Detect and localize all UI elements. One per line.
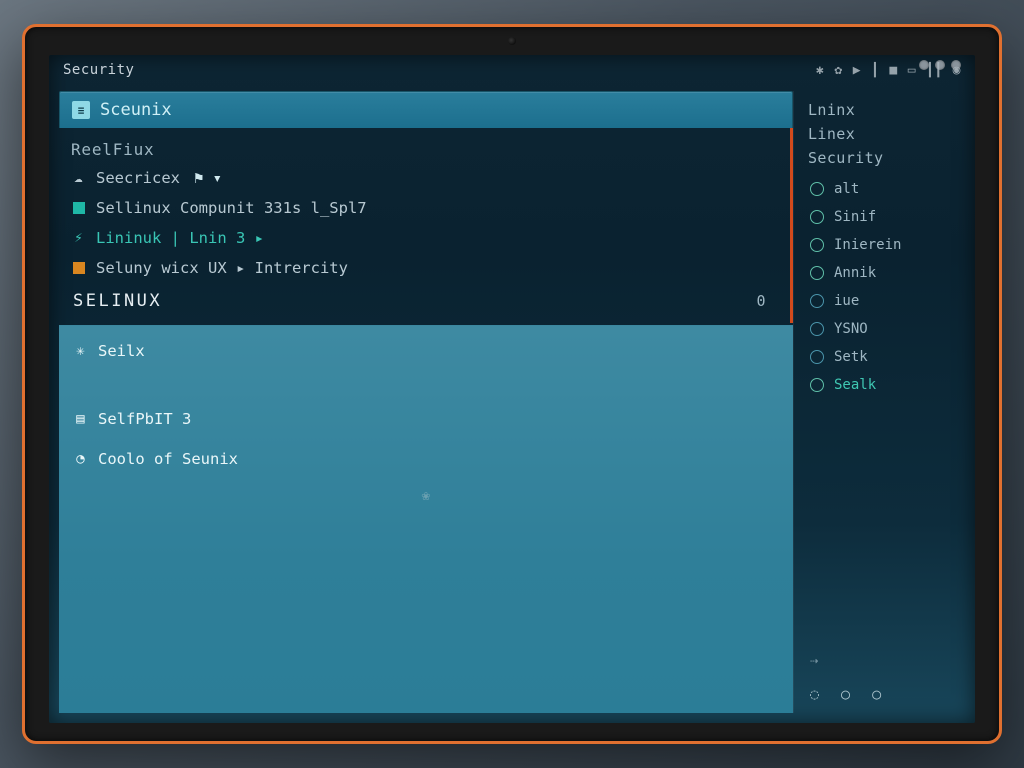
terminal-icon: ≡ <box>72 101 90 119</box>
sidebar-bottom-icons: ◌ ○ ○ <box>808 675 959 707</box>
radio-icon <box>810 378 824 392</box>
sidebar-item-label: Setk <box>834 349 868 365</box>
list-item-label: Seilx <box>98 342 145 360</box>
list-item[interactable]: ✳ Seilx <box>67 336 785 366</box>
radio-icon <box>810 182 824 196</box>
laptop-camera <box>508 37 516 45</box>
sidebar-item[interactable]: alt <box>808 175 959 203</box>
stop-icon[interactable]: ■ <box>889 63 897 78</box>
clock-icon: ◔ <box>73 451 88 467</box>
tab-label: Sceunix <box>100 100 172 120</box>
decorative-glyph: ❀ <box>67 484 785 504</box>
group-reelfiux: ReelFiux ☁ Seecricex ⚑ ▾ Sellinux Compun… <box>59 128 793 323</box>
list-item[interactable]: Sellinux Compunit 331s l_Spl7 <box>65 193 790 223</box>
cloud-icon: ☁ <box>71 170 86 186</box>
sidebar-item[interactable]: iue <box>808 287 959 315</box>
list-item-label: Seluny wicx UX ▸ Intrercity <box>96 259 348 277</box>
active-tab[interactable]: ≡ Sceunix <box>59 91 793 128</box>
sidebar-header: Linex <box>808 125 959 143</box>
snow-icon: ✳ <box>73 343 88 359</box>
radio-icon <box>810 210 824 224</box>
sidebar-item-label: Annik <box>834 265 876 281</box>
title-bar: Security ✱ ✿ ▶ ┃ ■ ▭ ┃┃ ◉ <box>49 55 975 85</box>
sidebar-item[interactable]: Inierein <box>808 231 959 259</box>
list-item[interactable]: ⚡ Lininuk | Lnin 3 ▸ <box>65 223 790 253</box>
list-item-label: Coolo of Seunix <box>98 450 238 468</box>
puzzle-icon[interactable]: ✱ <box>816 63 824 78</box>
section-header: SELINUX 0 <box>65 283 790 317</box>
tally-icon[interactable]: ┃ <box>871 63 879 78</box>
radio-icon <box>810 322 824 336</box>
sidebar-item[interactable]: Annik <box>808 259 959 287</box>
circle-icon[interactable]: ○ <box>841 685 850 703</box>
radio-icon <box>810 294 824 308</box>
list-item-label: SelfPbIT 3 <box>98 410 191 428</box>
bolt-icon: ⚡ <box>71 230 86 246</box>
sidebar-item-label: Sealk <box>834 377 876 393</box>
system-tray: ✱ ✿ ▶ ┃ ■ ▭ ┃┃ ◉ <box>816 63 961 78</box>
play-icon[interactable]: ▶ <box>853 63 861 78</box>
sidebar-item[interactable]: Sealk <box>808 371 959 399</box>
radio-icon <box>810 238 824 252</box>
sidebar-item-label: Sinif <box>834 209 876 225</box>
radio-icon <box>810 350 824 364</box>
group-header: ReelFiux <box>65 136 790 163</box>
battery-icon[interactable]: ▭ <box>908 63 916 78</box>
chat-icon[interactable]: ◌ <box>810 685 819 703</box>
list-item-trailing: ⚑ ▾ <box>194 169 222 187</box>
list-item[interactable]: ☁ Seecricex ⚑ ▾ <box>65 163 790 193</box>
list-item-label: Sellinux Compunit 331s l_Spl7 <box>96 199 367 217</box>
square-icon <box>71 202 86 214</box>
list-item[interactable]: Seluny wicx UX ▸ Intrercity <box>65 253 790 283</box>
list-item[interactable]: ◔ Coolo of Seunix <box>67 444 785 474</box>
sidebar-item-label: alt <box>834 181 859 197</box>
main-panel: ≡ Sceunix ReelFiux ☁ Seecricex ⚑ ▾ Selli… <box>59 91 793 713</box>
circle-icon[interactable]: ○ <box>872 685 881 703</box>
sidebar-item-label: Inierein <box>834 237 901 253</box>
sidebar-item[interactable]: Setk <box>808 343 959 371</box>
sidebar-footer-item[interactable]: ⇢ <box>808 647 959 675</box>
sidebar: Lninx Linex Security alt Sinif Inierein … <box>793 91 965 713</box>
sidebar-item[interactable]: Sinif <box>808 203 959 231</box>
sidebar-header: Security <box>808 149 959 167</box>
group-selinux: ✳ Seilx ▤ SelfPbIT 3 ◔ Coolo of Seunix ❀ <box>59 325 793 713</box>
bars-icon[interactable]: ┃┃ <box>926 63 943 78</box>
radio-icon <box>810 266 824 280</box>
list-item-label: Lininuk | Lnin 3 ▸ <box>96 229 264 247</box>
globe-icon[interactable]: ◉ <box>953 63 961 78</box>
dash-icon: ⇢ <box>810 653 818 669</box>
book-icon: ▤ <box>73 411 88 427</box>
square-icon <box>71 262 86 274</box>
sidebar-item-label: iue <box>834 293 859 309</box>
sidebar-item-label: YSNO <box>834 321 868 337</box>
list-item-label: Seecricex <box>96 169 180 187</box>
section-header-label: SELINUX <box>73 291 162 311</box>
sidebar-header: Lninx <box>808 101 959 119</box>
sidebar-item[interactable]: YSNO <box>808 315 959 343</box>
bug-icon[interactable]: ✿ <box>834 63 842 78</box>
list-item[interactable]: ▤ SelfPbIT 3 <box>67 404 785 434</box>
window-title: Security <box>63 62 134 78</box>
section-count: 0 <box>756 292 782 310</box>
